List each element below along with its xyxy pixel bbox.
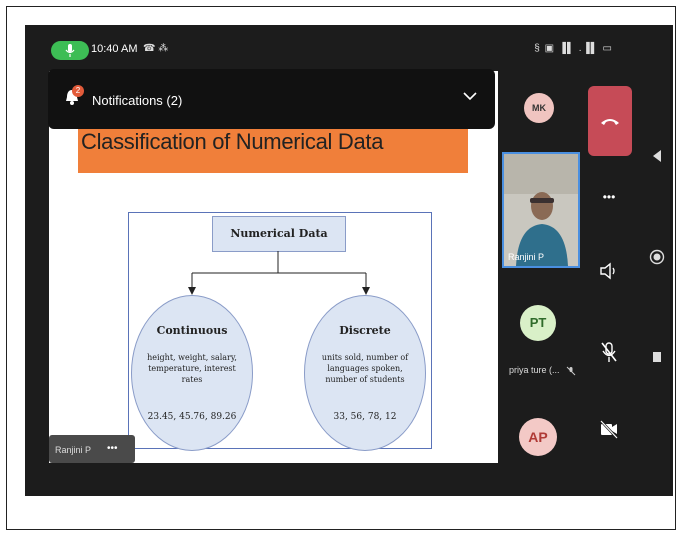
shared-screen: Classification of Numerical Data Numeric…	[49, 71, 498, 463]
call-status-icons: ☎ ⁂	[143, 43, 169, 54]
discrete-heading: Discrete	[339, 324, 391, 337]
muted-mic-icon	[566, 366, 576, 376]
nav-home-button[interactable]	[645, 249, 669, 270]
presenter-more-icon[interactable]: •••	[107, 443, 118, 454]
phone-hangup-icon	[601, 119, 619, 125]
participant-name-pt: priya ture (...	[509, 365, 560, 375]
status-bar: 10:40 AM ☎ ⁂ § ▣ ▐▌ .▐▌ ▭	[25, 25, 673, 67]
phone-screen: 10:40 AM ☎ ⁂ § ▣ ▐▌ .▐▌ ▭ Classification…	[25, 25, 673, 496]
participant-avatar-mk[interactable]: MK	[524, 93, 554, 123]
participant-video-frame	[504, 154, 578, 266]
nav-back-button[interactable]	[645, 149, 669, 168]
participant-video-ranjini[interactable]: Ranjini P	[502, 152, 580, 268]
video-off-icon	[600, 420, 618, 439]
end-call-button[interactable]	[588, 86, 632, 156]
nav-recents-button[interactable]	[645, 350, 669, 368]
mute-mic-button[interactable]	[597, 341, 621, 365]
chevron-down-icon[interactable]	[463, 91, 477, 101]
discrete-values: 33, 56, 78, 12	[333, 412, 397, 422]
presenter-name-tag[interactable]: Ranjini P •••	[49, 435, 135, 463]
continuous-description: height, weight, salary, temperature, int…	[147, 353, 237, 384]
participant-avatar-ap[interactable]: AP	[519, 418, 557, 456]
participant-video-name: Ranjini P	[508, 252, 545, 262]
clock-time: 10:40 AM	[91, 43, 138, 55]
participant-avatar-pt[interactable]: PT	[520, 305, 556, 341]
notifications-banner[interactable]: 2 Notifications (2)	[48, 69, 495, 129]
more-icon: •••	[602, 190, 616, 204]
notification-count-badge: 2	[72, 85, 84, 97]
system-status-icons: § ▣ ▐▌ .▐▌ ▭	[534, 43, 613, 54]
speaker-button[interactable]	[597, 262, 621, 286]
back-triangle-icon	[653, 150, 661, 162]
avatar-initials: MK	[532, 103, 546, 113]
avatar-initials: PT	[529, 315, 547, 330]
avatar-initials: AP	[528, 429, 548, 445]
discrete-description: units sold, number of languages spoken, …	[321, 353, 409, 384]
presenter-name: Ranjini P	[55, 445, 92, 455]
discrete-node: Discrete units sold, number of languages…	[304, 295, 426, 451]
recents-square-icon	[653, 352, 661, 362]
active-mic-indicator[interactable]	[51, 41, 89, 60]
speaker-icon	[600, 262, 615, 280]
screenshot-frame: 10:40 AM ☎ ⁂ § ▣ ▐▌ .▐▌ ▭ Classification…	[6, 6, 676, 530]
continuous-node: Continuous height, weight, salary, tempe…	[131, 295, 253, 451]
notifications-label: Notifications (2)	[92, 93, 183, 108]
more-options-button[interactable]: •••	[597, 185, 621, 209]
continuous-heading: Continuous	[156, 324, 228, 337]
mic-off-icon	[601, 342, 617, 362]
camera-toggle-button[interactable]	[597, 419, 621, 443]
home-circle-icon	[649, 249, 665, 265]
continuous-values: 23.45, 45.76, 89.26	[147, 412, 237, 422]
diagram-connectors	[188, 251, 370, 295]
mic-icon	[65, 44, 75, 57]
